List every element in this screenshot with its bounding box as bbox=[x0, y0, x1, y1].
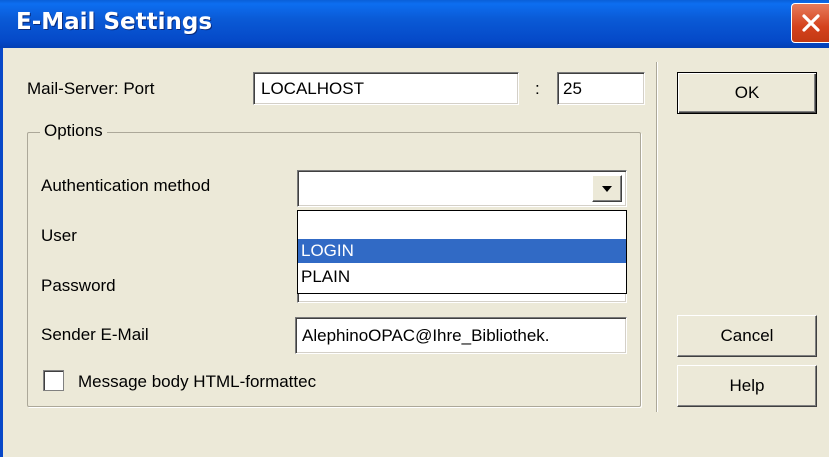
options-legend: Options bbox=[40, 121, 107, 141]
port-value: 25 bbox=[563, 78, 582, 98]
port-input[interactable]: 25 bbox=[557, 72, 645, 105]
auth-option-plain[interactable]: PLAIN bbox=[298, 265, 626, 289]
ok-button[interactable]: OK bbox=[677, 72, 817, 114]
html-format-checkbox[interactable] bbox=[43, 370, 64, 391]
password-label: Password bbox=[41, 276, 116, 295]
user-label: User bbox=[41, 226, 77, 245]
cancel-button[interactable]: Cancel bbox=[677, 315, 817, 357]
auth-method-select[interactable] bbox=[297, 170, 627, 207]
auth-option-empty[interactable] bbox=[298, 213, 626, 237]
mail-server-label: Mail-Server: Port bbox=[27, 79, 155, 98]
sender-email-value: AlephinoOPAC@Ihre_Bibliothek. bbox=[302, 325, 550, 345]
auth-method-label: Authentication method bbox=[41, 176, 211, 195]
sender-email-input[interactable]: AlephinoOPAC@Ihre_Bibliothek. bbox=[295, 317, 627, 354]
help-button[interactable]: Help bbox=[677, 365, 817, 407]
html-format-checkbox-label: Message body HTML-formattec bbox=[78, 372, 317, 391]
chevron-down-icon bbox=[602, 185, 612, 192]
mail-server-value: LOCALHOST bbox=[261, 78, 364, 98]
auth-option-login[interactable]: LOGIN bbox=[298, 239, 626, 263]
auth-method-dropdown-list[interactable]: LOGIN PLAIN bbox=[297, 210, 627, 294]
window-title: E-Mail Settings bbox=[16, 9, 213, 35]
close-icon bbox=[801, 14, 820, 32]
vertical-separator bbox=[656, 62, 658, 412]
sender-email-label: Sender E-Mail bbox=[41, 325, 149, 344]
port-separator: : bbox=[535, 79, 540, 98]
title-bar[interactable]: E-Mail Settings bbox=[0, 0, 829, 48]
close-button[interactable] bbox=[791, 3, 829, 43]
auth-method-dropdown-button[interactable] bbox=[592, 175, 622, 202]
mail-server-input[interactable]: LOCALHOST bbox=[253, 72, 519, 105]
